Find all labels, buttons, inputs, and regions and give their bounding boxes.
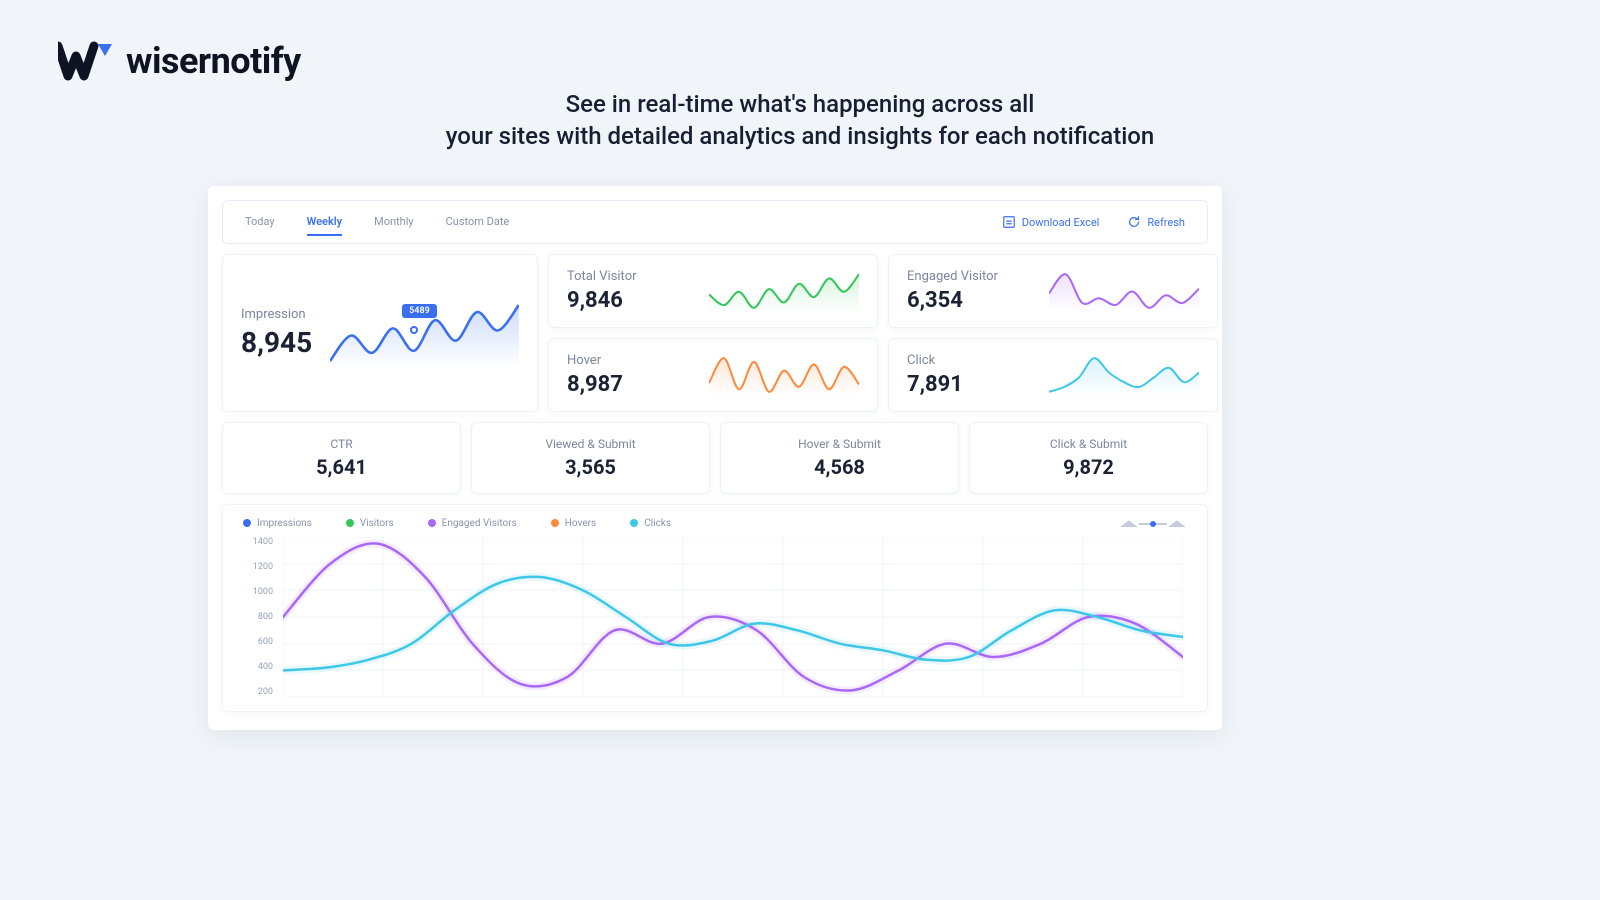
brand-name: wisernotify: [126, 40, 301, 82]
logo-icon: [58, 38, 114, 84]
main-chart: Impressions Visitors Engaged Visitors Ho…: [222, 504, 1208, 712]
tab-weekly[interactable]: Weekly: [307, 209, 342, 236]
brand-logo: wisernotify: [58, 38, 301, 84]
card-impression: Impression 8,945 5489: [222, 254, 538, 412]
impression-sparkline: 5489: [330, 298, 519, 368]
date-range-tabs: Today Weekly Monthly Custom Date: [245, 209, 509, 236]
tab-today[interactable]: Today: [245, 209, 275, 236]
download-excel-button[interactable]: Download Excel: [1002, 215, 1100, 229]
total-visitor-sparkline: [709, 270, 859, 312]
legend-hovers[interactable]: Hovers: [551, 518, 596, 529]
impression-tooltip: 5489: [402, 304, 437, 318]
y-axis-labels: 1400 1200 1000 800 600 400 200: [243, 537, 279, 697]
analytics-panel: Today Weekly Monthly Custom Date Downloa…: [208, 186, 1222, 730]
card-hover: Hover 8,987: [548, 338, 878, 412]
engaged-visitor-sparkline: [1049, 270, 1199, 312]
card-viewed-submit: Viewed & Submit 3,565: [471, 422, 710, 494]
legend-visitors[interactable]: Visitors: [346, 518, 394, 529]
tab-monthly[interactable]: Monthly: [374, 209, 414, 236]
refresh-button[interactable]: Refresh: [1127, 215, 1185, 229]
chart-zoom-control[interactable]: [1119, 517, 1187, 529]
page-headline: See in real-time what's happening across…: [0, 88, 1600, 153]
impression-label: Impression: [241, 307, 312, 322]
impression-value: 8,945: [241, 326, 312, 359]
legend-impressions[interactable]: Impressions: [243, 518, 312, 529]
card-hover-submit: Hover & Submit 4,568: [720, 422, 959, 494]
card-click-submit: Click & Submit 9,872: [969, 422, 1208, 494]
click-sparkline: [1049, 354, 1199, 396]
card-engaged-visitor: Engaged Visitor 6,354: [888, 254, 1218, 328]
legend-clicks[interactable]: Clicks: [630, 518, 671, 529]
card-ctr: CTR 5,641: [222, 422, 461, 494]
hover-sparkline: [709, 354, 859, 396]
card-total-visitor: Total Visitor 9,846: [548, 254, 878, 328]
download-icon: [1002, 215, 1016, 229]
chart-legend: Impressions Visitors Engaged Visitors Ho…: [243, 517, 1187, 529]
card-click: Click 7,891: [888, 338, 1218, 412]
legend-engaged-visitors[interactable]: Engaged Visitors: [428, 518, 517, 529]
tab-custom-date[interactable]: Custom Date: [446, 209, 510, 236]
refresh-icon: [1127, 215, 1141, 229]
toolbar: Today Weekly Monthly Custom Date Downloa…: [222, 200, 1208, 244]
